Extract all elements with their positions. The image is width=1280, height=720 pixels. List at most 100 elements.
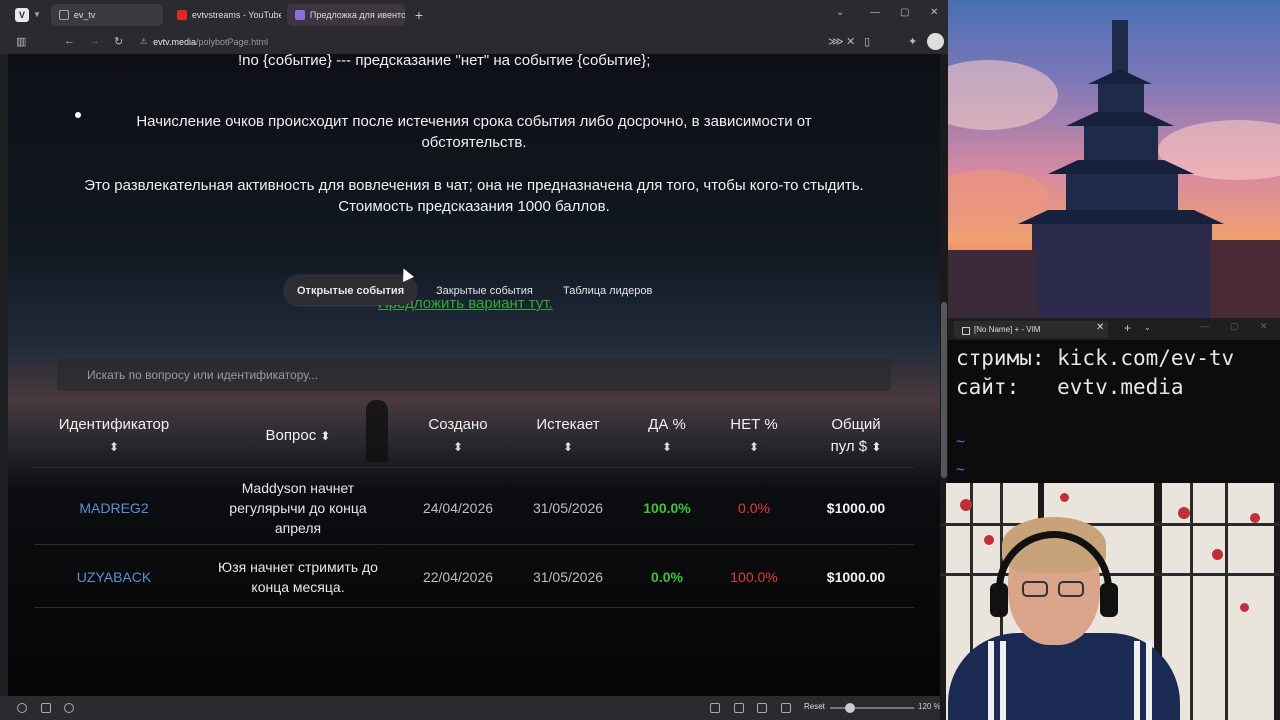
tab-closed-events[interactable]: Закрытые события bbox=[424, 276, 545, 305]
panel-toggle-icon[interactable]: ▥ bbox=[16, 35, 26, 48]
close-icon[interactable]: ✕ bbox=[1096, 322, 1104, 333]
minimize-icon[interactable]: — bbox=[1200, 321, 1209, 331]
sort-icon[interactable]: ⬍ bbox=[34, 436, 194, 458]
event-no-percent: 0.0% bbox=[738, 500, 770, 516]
col-header-expires[interactable]: Истекает ⬍ bbox=[518, 414, 618, 458]
event-pool: $1000.00 bbox=[826, 569, 886, 585]
capture-icon[interactable] bbox=[710, 703, 720, 713]
vim-window: [No Name] + - VIM ✕ + ⌄ — ▢ ✕ стримы: ki… bbox=[948, 318, 1280, 483]
jacket-stripe bbox=[1000, 641, 1006, 720]
url-field[interactable]: ⚠ evtv.media/polybotPage.html bbox=[140, 33, 860, 50]
zoom-reset-button[interactable]: Reset bbox=[804, 702, 825, 711]
event-expires: 31/05/2026 bbox=[532, 569, 604, 585]
maximize-icon[interactable]: ▢ bbox=[1230, 321, 1239, 332]
row-divider bbox=[34, 607, 914, 608]
address-bar: ▥ ← → ↻ ⚠ evtv.media/polybotPage.html ⋙ … bbox=[0, 29, 948, 54]
pagoda-base bbox=[1032, 224, 1212, 318]
minimize-icon[interactable]: — bbox=[870, 7, 880, 18]
sort-icon[interactable]: ⬍ bbox=[871, 440, 881, 454]
extensions-icon[interactable]: ✦ bbox=[908, 35, 917, 48]
chevron-down-icon[interactable]: ▼ bbox=[33, 10, 41, 19]
blossom-dot bbox=[960, 499, 972, 511]
reload-icon[interactable]: ↻ bbox=[114, 35, 123, 48]
tab-open-events[interactable]: Открытые события bbox=[285, 276, 417, 305]
tiling-icon[interactable] bbox=[757, 703, 767, 713]
youtube-icon bbox=[176, 9, 187, 20]
col-label: ДА % bbox=[648, 416, 686, 433]
sort-icon[interactable]: ⬍ bbox=[320, 429, 330, 443]
tab-youtube[interactable]: evtvstreams - YouTube bbox=[169, 4, 281, 26]
col-header-pool[interactable]: Общий пул $ ⬍ bbox=[811, 414, 901, 458]
event-pool: $1000.00 bbox=[826, 500, 886, 516]
event-created: 22/04/2026 bbox=[422, 569, 494, 585]
pagoda-roof bbox=[1048, 160, 1194, 174]
panel-grid-line bbox=[1225, 483, 1228, 720]
browser-logo-icon[interactable]: V bbox=[15, 7, 29, 22]
images-icon[interactable] bbox=[781, 703, 791, 713]
site-info-icon[interactable]: ⚠ bbox=[140, 37, 147, 46]
event-created: 24/04/2026 bbox=[422, 500, 494, 516]
sort-icon[interactable]: ⬍ bbox=[714, 436, 794, 458]
event-id-link[interactable]: MADREG2 bbox=[34, 498, 194, 518]
col-label: Общий bbox=[831, 416, 881, 433]
tab-ev-tv[interactable]: ev_tv bbox=[50, 3, 163, 26]
tab-label: evtvstreams - YouTube bbox=[191, 9, 281, 20]
event-id-link[interactable]: UZYABACK bbox=[34, 567, 194, 587]
url-path: /polybotPage.html bbox=[196, 36, 269, 47]
command-description: !no {событие} --- предсказание "нет" на … bbox=[238, 54, 651, 69]
url-host: evtv.media bbox=[153, 36, 197, 47]
pagoda-level bbox=[1084, 126, 1158, 162]
search-input[interactable] bbox=[57, 358, 891, 391]
tab-predlozhka[interactable]: Предложка для ивентов bbox=[286, 3, 405, 26]
page-actions-icon[interactable] bbox=[734, 703, 744, 713]
window-icon[interactable] bbox=[41, 703, 51, 713]
back-icon[interactable]: ← bbox=[64, 35, 75, 47]
jacket-stripe bbox=[1146, 641, 1152, 720]
cloud-shape bbox=[948, 60, 1058, 130]
sort-icon[interactable]: ⬍ bbox=[518, 436, 618, 458]
new-tab-icon[interactable]: + bbox=[1124, 321, 1131, 335]
col-header-created[interactable]: Создано ⬍ bbox=[408, 414, 508, 458]
event-question: Юзя начнет стримить до конца месяца. bbox=[218, 559, 378, 595]
pagoda-roof bbox=[1088, 70, 1152, 84]
maximize-icon[interactable]: ▢ bbox=[900, 7, 909, 18]
profile-avatar[interactable] bbox=[927, 33, 944, 50]
close-window-icon[interactable]: ✕ bbox=[1260, 321, 1268, 332]
tab-list-icon[interactable]: ⌄ bbox=[836, 7, 844, 18]
settings-icon[interactable] bbox=[17, 703, 27, 713]
tab-leaderboard[interactable]: Таблица лидеров bbox=[551, 276, 664, 305]
bookmark-icon[interactable]: ▯ bbox=[864, 35, 870, 48]
forward-icon[interactable]: → bbox=[89, 35, 100, 47]
scrollbar-thumb[interactable] bbox=[941, 302, 947, 478]
block-icon[interactable]: ✕ bbox=[846, 35, 855, 48]
cloud-icon[interactable] bbox=[64, 703, 74, 713]
terminal-tab[interactable]: [No Name] + - VIM bbox=[954, 321, 1108, 338]
col-header-yes[interactable]: ДА % ⬍ bbox=[627, 414, 707, 458]
col-label: Истекает bbox=[536, 416, 600, 433]
pagoda-artwork bbox=[948, 0, 1280, 318]
zoom-slider[interactable] bbox=[830, 707, 914, 709]
zoom-slider-knob[interactable] bbox=[845, 703, 855, 713]
headphone-cup bbox=[990, 583, 1008, 617]
col-header-no[interactable]: НЕТ % ⬍ bbox=[714, 414, 794, 458]
webcam-feed bbox=[940, 483, 1280, 720]
reader-icon[interactable]: ⋙ bbox=[828, 35, 844, 48]
points-paragraph: Начисление очков происходит после истече… bbox=[136, 113, 812, 151]
blossom-dot bbox=[1250, 513, 1260, 523]
vim-empty-line: ~ bbox=[956, 432, 966, 450]
browser-window: V ▼ ev_tv evtvstreams - YouTube Предложк… bbox=[0, 0, 948, 720]
close-icon[interactable]: ✕ bbox=[930, 7, 938, 18]
panel-grid-line bbox=[940, 523, 1280, 526]
pagoda-level bbox=[1098, 84, 1144, 114]
terminal-icon bbox=[962, 327, 970, 335]
event-yes-percent: 100.0% bbox=[643, 500, 691, 516]
col-header-id[interactable]: Идентификатор ⬍ bbox=[34, 414, 194, 458]
new-tab-icon[interactable]: + bbox=[415, 7, 423, 23]
event-no-percent: 100.0% bbox=[730, 569, 778, 585]
chevron-down-icon[interactable]: ⌄ bbox=[1144, 323, 1151, 332]
sort-icon[interactable]: ⬍ bbox=[408, 436, 508, 458]
pagoda-roof bbox=[1018, 210, 1224, 224]
jacket-stripe bbox=[988, 641, 994, 720]
col-header-question[interactable]: Вопрос ⬍ bbox=[218, 425, 378, 447]
sort-icon[interactable]: ⬍ bbox=[627, 436, 707, 458]
